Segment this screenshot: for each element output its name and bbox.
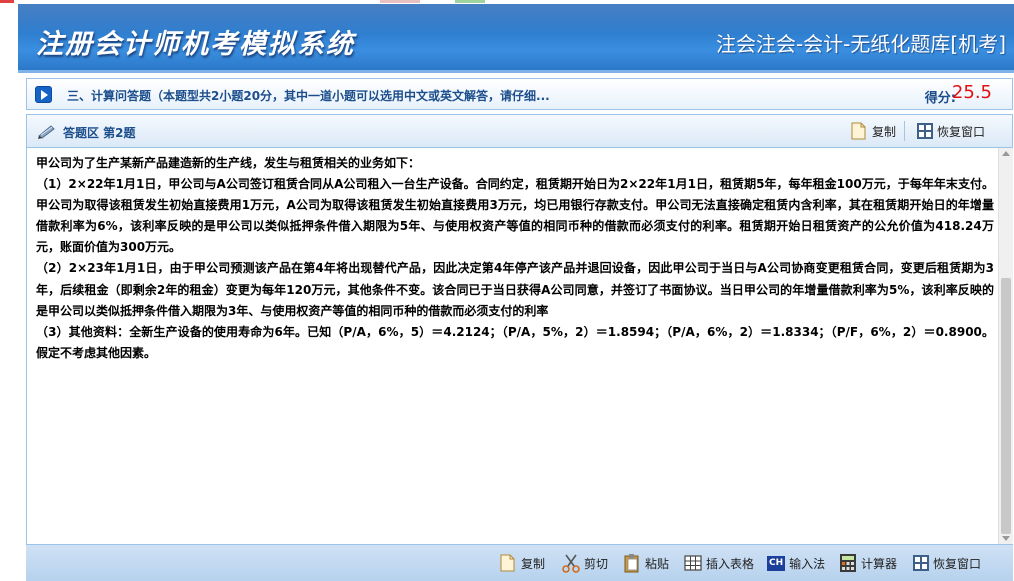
restore-window-icon <box>917 123 933 139</box>
clipboard-icon <box>624 554 639 573</box>
copy-button[interactable]: 复制 <box>849 120 896 142</box>
play-icon[interactable] <box>35 86 52 103</box>
question-bar: 三、计算问答题（本题型共2小题20分，其中一道小题可以选用中文或英文解答，请仔细… <box>26 78 1013 110</box>
question-paragraph: （1）2×22年1月1日，甲公司与A公司签订租赁合同从A公司租入一台生产设备。合… <box>36 177 994 255</box>
paste-label: 粘贴 <box>645 556 670 571</box>
vertical-scrollbar[interactable] <box>998 148 1013 544</box>
restore-window-label: 恢复窗口 <box>937 124 986 139</box>
app-title: 注册会计师机考模拟系统 <box>36 29 355 60</box>
copy-label: 复制 <box>521 556 546 571</box>
restore-window-button[interactable]: 恢复窗口 <box>916 120 985 142</box>
header-divider <box>18 70 1014 73</box>
question-paragraph: 甲公司为了生产某新产品建造新的生产线，发生与租赁相关的业务如下： <box>36 156 421 170</box>
scroll-down-arrow-icon[interactable] <box>1002 536 1010 541</box>
cut-button[interactable]: 剪切 <box>561 551 608 575</box>
question-paragraph: （3）其他资料：全新生产设备的使用寿命为6年。已知（P/A，6%，5）＝4.21… <box>36 324 994 360</box>
insert-table-button[interactable]: 插入表格 <box>683 551 754 575</box>
bottom-toolbar: 复制 剪切 粘贴 插入表格 CH 输入法 计算器 恢复窗口 <box>26 544 1013 581</box>
input-method-badge-icon: CH <box>767 555 786 571</box>
scroll-thumb[interactable] <box>1001 278 1011 534</box>
question-paragraph: （2）2×23年1月1日，由于甲公司预测该产品在第4年将出现替代产品，因此决定第… <box>36 261 994 318</box>
app-header: 注册会计师机考模拟系统 注会注会-会计-无纸化题库[机考] <box>18 4 1014 70</box>
calculator-label: 计算器 <box>861 556 898 571</box>
calculator-button[interactable]: 计算器 <box>838 551 897 575</box>
copy-icon <box>500 554 515 572</box>
scroll-up-arrow-icon[interactable] <box>1002 151 1010 156</box>
restore-window-label: 恢复窗口 <box>933 556 982 571</box>
section-title: 三、计算问答题（本题型共2小题20分，其中一道小题可以选用中文或英文解答，请仔细… <box>67 89 550 103</box>
table-icon <box>684 555 702 571</box>
paste-button[interactable]: 粘贴 <box>622 551 669 575</box>
copy-label: 复制 <box>872 124 897 139</box>
toolbar-separator <box>904 121 905 141</box>
question-text: 甲公司为了生产某新产品建造新的生产线，发生与租赁相关的业务如下： （1）2×22… <box>36 153 994 364</box>
question-content-area[interactable]: 甲公司为了生产某新产品建造新的生产线，发生与租赁相关的业务如下： （1）2×22… <box>26 148 998 544</box>
input-method-label: 输入法 <box>789 556 826 571</box>
restore-window-button-bottom[interactable]: 恢复窗口 <box>912 551 981 575</box>
score-value: 25.5 <box>951 82 992 103</box>
pencil-icon <box>38 125 55 139</box>
copy-button-bottom[interactable]: 复制 <box>498 551 545 575</box>
subject-title: 注会注会-会计-无纸化题库[机考] <box>715 32 1006 56</box>
calculator-icon <box>840 554 856 572</box>
answer-area-title: 答题区 第2题 <box>63 126 136 140</box>
copy-icon <box>851 122 866 140</box>
cut-label: 剪切 <box>584 556 609 571</box>
restore-window-icon <box>913 555 929 571</box>
answer-area-bar: 答题区 第2题 复制 恢复窗口 <box>26 114 1013 148</box>
input-method-button[interactable]: CH 输入法 <box>767 551 825 575</box>
insert-table-label: 插入表格 <box>706 556 755 571</box>
scissors-icon <box>562 554 580 573</box>
